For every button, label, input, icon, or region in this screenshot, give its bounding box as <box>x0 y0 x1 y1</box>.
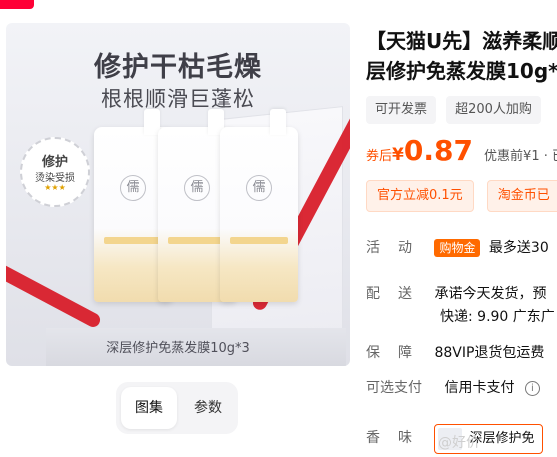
watermark: @好价 <box>438 435 480 451</box>
attr-payment-value: 信用卡支付 <box>444 380 515 396</box>
attr-delivery: 配送 承诺今天发货，预 <box>366 283 546 303</box>
attr-payment-key: 可选支付 <box>366 380 422 396</box>
attr-flavor-key: 香味 <box>366 430 430 446</box>
brand-emblem: 儒 <box>246 175 272 201</box>
tab-gallery[interactable]: 图集 <box>121 387 177 429</box>
sachet-band <box>104 237 162 244</box>
price-before: 优惠前¥1 · 已 <box>484 149 557 164</box>
price-amount: 0.87 <box>403 134 473 167</box>
coupon-taojinbi[interactable]: 淘金币已 <box>486 180 557 212</box>
shopping-gold-badge[interactable]: 购物金 <box>434 239 481 257</box>
attr-activity: 活动 购物金 最多送30 <box>366 237 549 257</box>
price-row: 券后¥0.87 优惠前¥1 · 已 <box>366 134 557 167</box>
attr-activity-value: 最多送30 <box>488 240 549 256</box>
tab-params[interactable]: 参数 <box>182 387 234 429</box>
product-title-line2: 层修护免蒸发膜10g* <box>366 59 557 83</box>
info-icon[interactable]: i <box>524 381 540 396</box>
delivery-fee: 快递: 9.90 广东广 <box>440 309 555 325</box>
service-tags: 可开发票 超200人加购 <box>366 96 546 124</box>
product-title: 【天猫U先】滋养柔顺 层修护免蒸发膜10g* <box>366 26 557 86</box>
attr-delivery-line2: 快递: 9.90 广东广 <box>440 306 555 326</box>
sachet: 儒 <box>220 109 298 302</box>
badge-subtitle: 烫染受损 <box>35 173 75 184</box>
coupon-official-discount[interactable]: 官方立减0.1元 <box>366 180 474 212</box>
tag-invoice: 可开发票 <box>366 96 437 124</box>
badge-stars: ★★★ <box>44 183 66 192</box>
delivery-promise: 承诺今天发货，预 <box>434 286 547 302</box>
image-tab-switcher: 图集 参数 <box>116 382 238 434</box>
sachet-band <box>230 237 288 244</box>
badge-title: 修护 <box>41 155 68 170</box>
top-strip <box>0 0 557 12</box>
brand-emblem: 儒 <box>184 175 210 201</box>
sachet-band <box>168 237 226 244</box>
tmall-logo[interactable] <box>0 0 34 9</box>
brand-emblem: 儒 <box>120 175 146 201</box>
red-ribbon <box>6 246 103 330</box>
sachet-spout <box>270 109 286 135</box>
attr-guarantee-key: 保障 <box>366 345 430 361</box>
price-label: 券后 <box>366 149 393 164</box>
attr-guarantee-value[interactable]: 88VIP退货包运费 <box>434 345 544 361</box>
attr-payment: 可选支付 信用卡支付 i <box>366 377 540 397</box>
image-subheadline: 根根顺滑巨蓬松 <box>101 87 255 111</box>
image-headline: 修护干枯毛燥 <box>94 52 262 83</box>
product-title-line1: 【天猫U先】滋养柔顺 <box>366 29 557 53</box>
repair-badge: 修护 烫染受损 ★★★ <box>20 137 90 207</box>
coupon-row: 官方立减0.1元 淘金币已 <box>366 180 557 212</box>
attr-activity-key: 活动 <box>366 240 430 256</box>
image-caption: 深层修护免蒸发膜10g*3 <box>106 341 250 356</box>
tag-cart-count: 超200人加购 <box>446 96 541 124</box>
price-currency: ¥ <box>392 145 404 165</box>
attr-delivery-key: 配送 <box>366 286 430 302</box>
attr-guarantee: 保障 88VIP退货包运费 <box>366 342 544 362</box>
product-main-image[interactable]: 修护干枯毛燥 根根顺滑巨蓬松 儒 儒 儒 修护 烫染受损 ★★★ 深层修护免蒸发… <box>6 23 350 366</box>
